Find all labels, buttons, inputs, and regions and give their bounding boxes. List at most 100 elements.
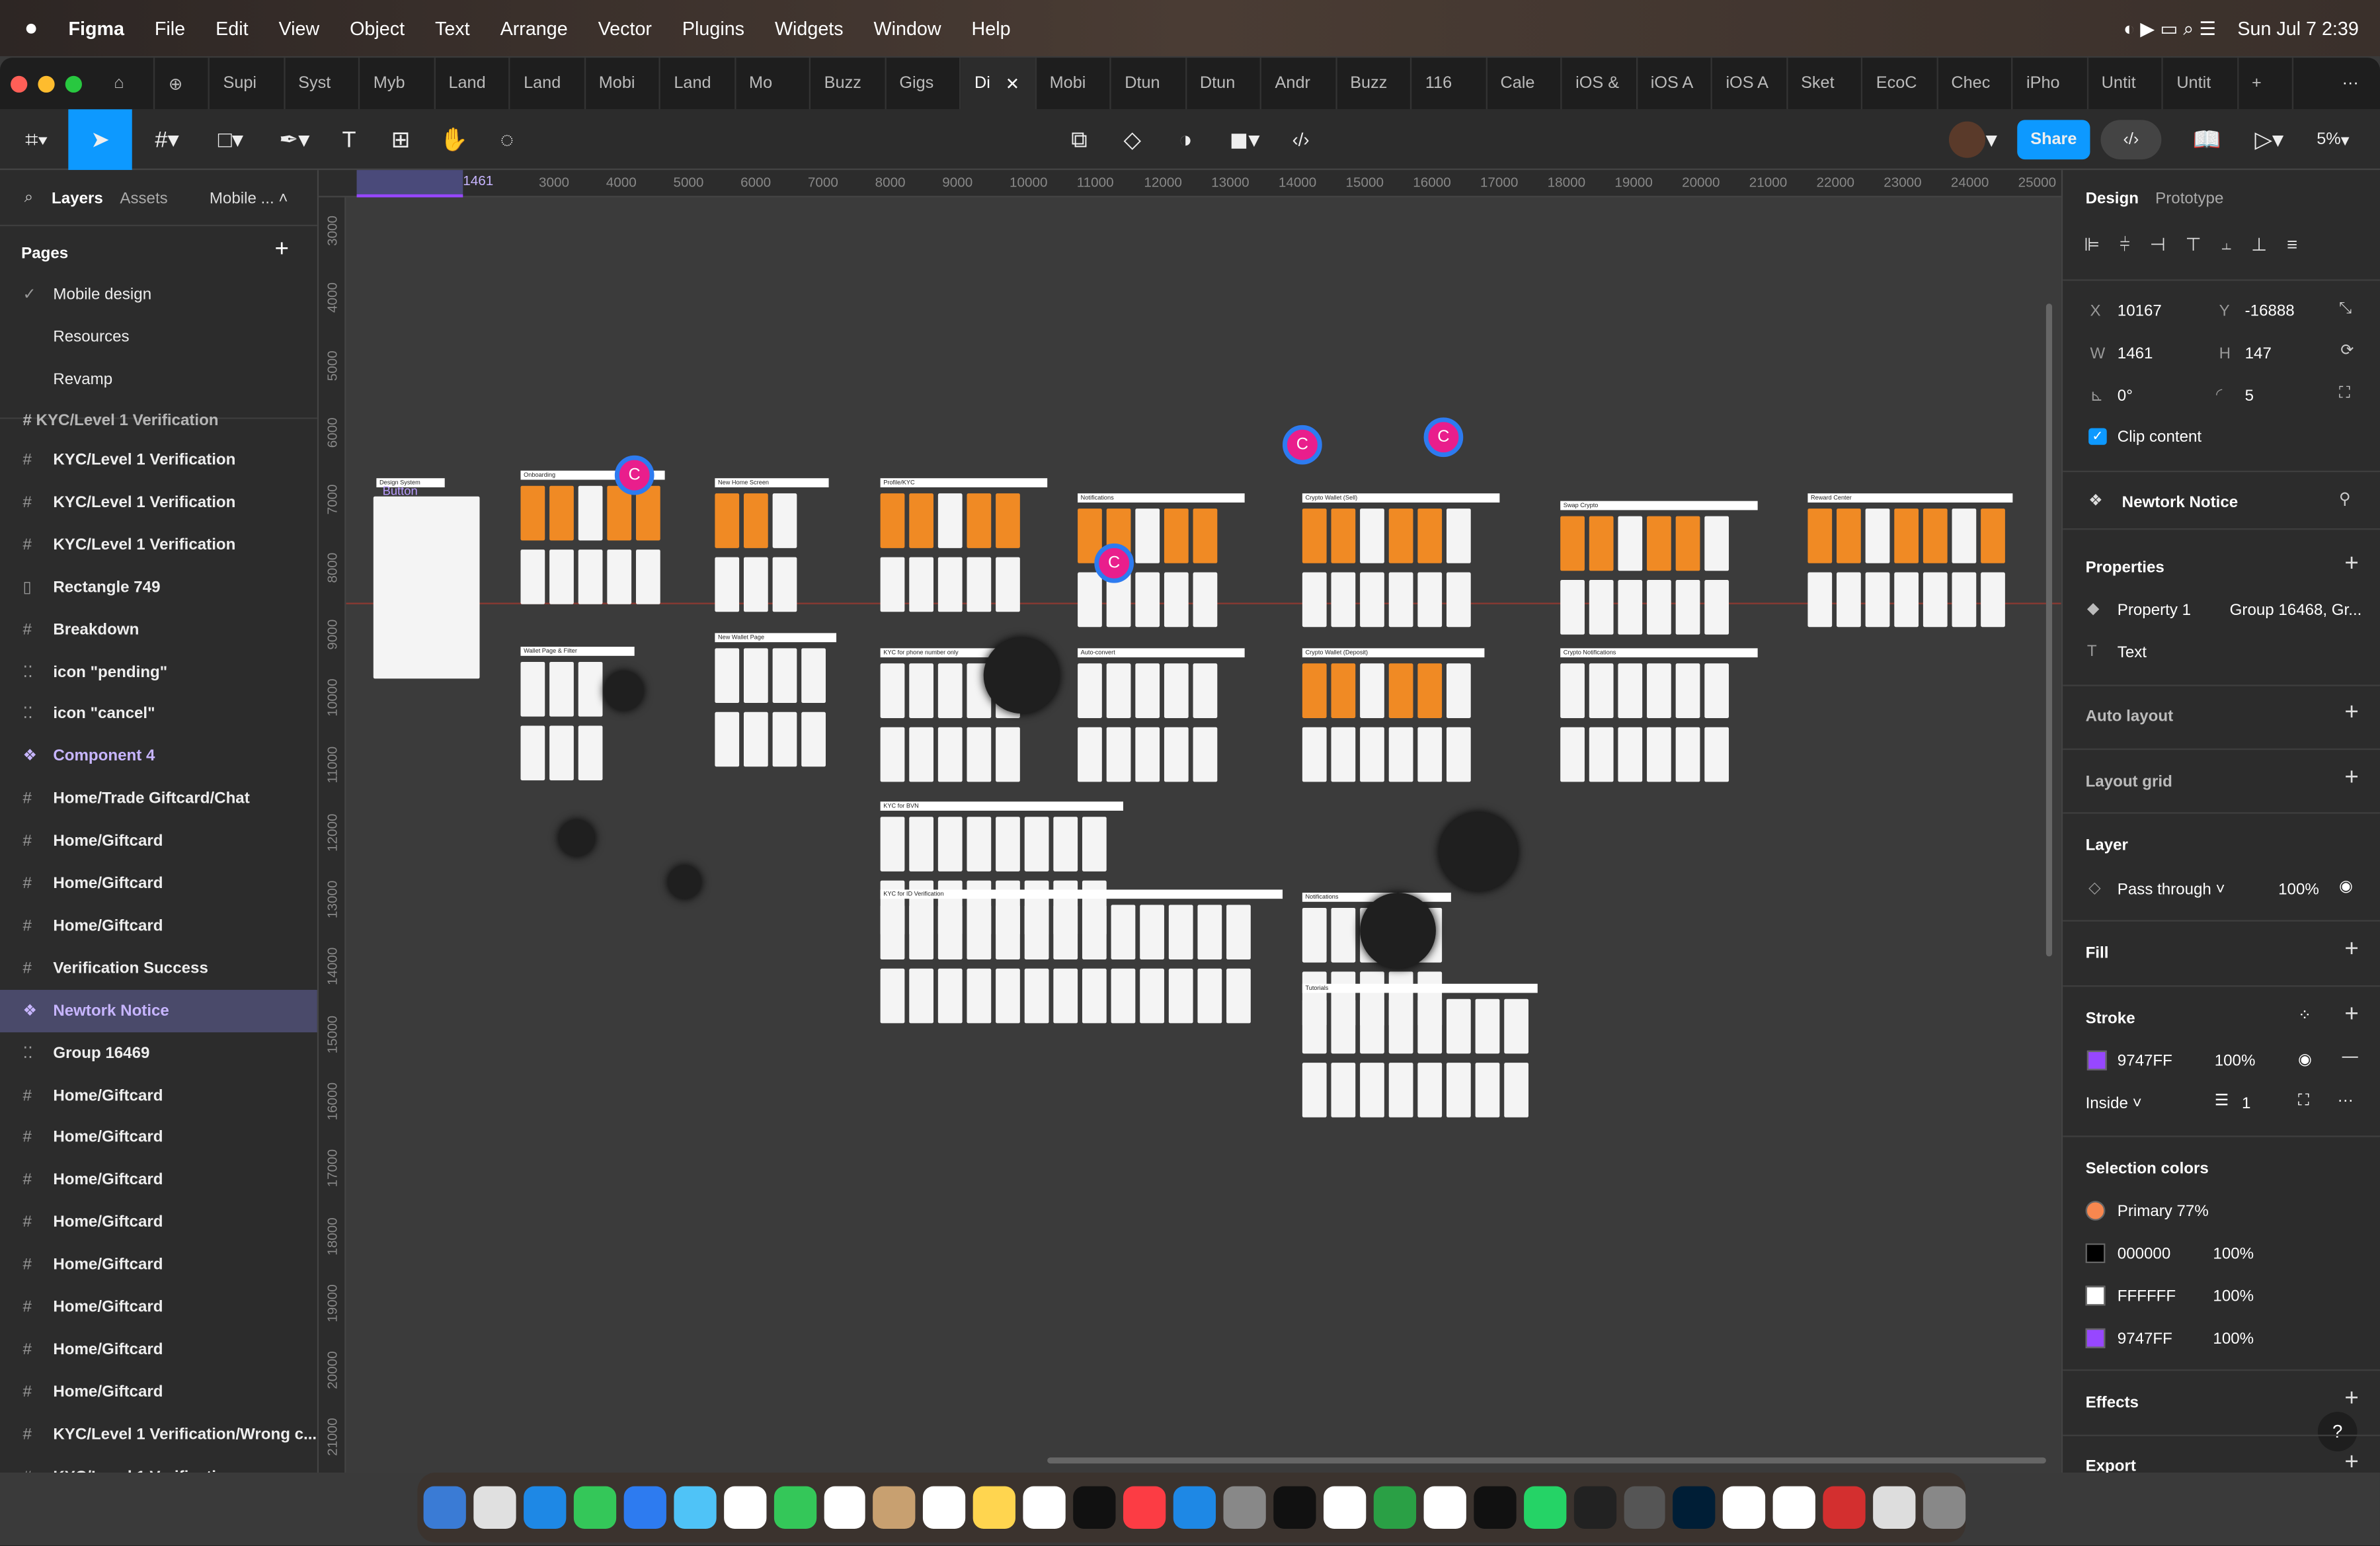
dock-app-icon[interactable] [473, 1486, 516, 1529]
screen-frame[interactable] [1164, 727, 1189, 782]
resources-icon[interactable]: ⊞ [379, 109, 422, 170]
screen-frame[interactable] [1082, 905, 1107, 960]
layer-item[interactable]: # Home/Giftcard [0, 1328, 317, 1371]
dock-app-icon[interactable] [923, 1486, 966, 1529]
screen-frame[interactable] [909, 663, 933, 718]
main-menu-icon[interactable]: ⌗▾ [6, 109, 67, 170]
screen-frame[interactable] [1135, 663, 1160, 718]
file-tab[interactable]: iPho [2012, 58, 2088, 110]
screen-frame[interactable] [1589, 663, 1614, 718]
screen-frame[interactable] [937, 727, 963, 782]
dock-app-icon[interactable] [1173, 1486, 1216, 1529]
layer-item[interactable]: # KYC/Level 1 Verification [0, 439, 317, 481]
dock-app-icon[interactable] [1023, 1486, 1066, 1529]
screen-frame[interactable] [996, 968, 1020, 1024]
page-item[interactable]: Revamp [0, 358, 317, 401]
selection-color-name[interactable]: Primary 77% [2118, 1202, 2209, 1221]
screen-frame[interactable] [772, 648, 797, 704]
screen-frame[interactable] [1618, 516, 1643, 571]
screen-frame[interactable] [1082, 968, 1107, 1024]
layer-item[interactable]: # Home/Giftcard [0, 1371, 317, 1413]
screen-frame[interactable] [1894, 509, 1919, 563]
screen-frame[interactable] [1135, 572, 1160, 628]
design-system-frame[interactable] [373, 496, 480, 679]
file-page-dropdown[interactable]: Mobile ... ˄ [210, 190, 288, 208]
layer-item[interactable]: ⁚⁚ icon "cancel" [0, 693, 317, 735]
screen-frame[interactable] [996, 557, 1020, 612]
screen-frame[interactable] [1704, 516, 1729, 571]
layer-item[interactable]: # Home/Giftcard [0, 1074, 317, 1116]
section-label[interactable]: Auto-convert [1078, 648, 1245, 658]
screen-frame[interactable] [967, 968, 992, 1024]
stroke-styles-icon[interactable]: ⁘ [2298, 1006, 2311, 1025]
comment-tool-icon[interactable]: ◌ [486, 109, 528, 170]
stroke-position-dropdown[interactable]: Inside ˅ [2086, 1094, 2142, 1113]
screen-frame[interactable] [1331, 907, 1356, 963]
screen-frame[interactable] [1807, 572, 1833, 628]
help-button[interactable]: ? [2317, 1412, 2358, 1451]
screen-frame[interactable] [607, 485, 632, 541]
screen-frame[interactable] [1053, 968, 1078, 1024]
file-tab[interactable]: Mo [735, 58, 811, 110]
screen-frame[interactable] [743, 493, 768, 548]
dock-app-icon[interactable] [1723, 1486, 1766, 1529]
screen-frame[interactable] [715, 493, 740, 548]
file-tab[interactable]: Land [660, 58, 736, 110]
text-property-name[interactable]: Text [2118, 643, 2147, 662]
add-export-button[interactable]: + [2344, 1450, 2358, 1473]
selection-color-opacity[interactable]: 100% [2213, 1330, 2254, 1348]
layer-item[interactable]: # Home/Giftcard [0, 1286, 317, 1328]
screen-frame[interactable] [1675, 727, 1700, 782]
section-label[interactable]: KYC for BVN [880, 801, 1123, 811]
file-tab[interactable]: Dtun [1111, 58, 1187, 110]
layer-item[interactable]: ▯ Rectangle 749 [0, 566, 317, 608]
screen-frame[interactable] [1704, 580, 1729, 635]
screen-frame[interactable] [1193, 572, 1218, 628]
screen-frame[interactable] [520, 549, 545, 604]
layer-item[interactable]: # Home/Trade Giftcard/Chat [0, 778, 317, 820]
layer-item[interactable]: ❖ Newtork Notice [0, 989, 317, 1032]
dock-app-icon[interactable] [1773, 1486, 1816, 1529]
screen-frame[interactable] [772, 712, 797, 767]
selection-color-swatch[interactable] [2085, 1201, 2106, 1221]
dock-app-icon[interactable] [623, 1486, 666, 1529]
radius-input[interactable]: 5 [2245, 387, 2254, 405]
screen-frame[interactable] [1981, 509, 2005, 563]
screen-frame[interactable] [909, 905, 933, 960]
component-icon[interactable]: ⧉ [1058, 109, 1100, 170]
screen-frame[interactable] [909, 817, 933, 872]
app-name[interactable]: Figma [68, 17, 124, 38]
create-component-icon[interactable]: ◇ [1111, 109, 1154, 170]
screen-frame[interactable] [1675, 516, 1700, 571]
screen-frame[interactable] [1053, 905, 1078, 960]
dock-app-icon[interactable] [1923, 1486, 1966, 1529]
file-tab[interactable]: Sket [1787, 58, 1863, 110]
screen-frame[interactable] [1647, 663, 1671, 718]
screen-frame[interactable] [1111, 968, 1136, 1024]
menu-edit[interactable]: Edit [216, 17, 248, 38]
file-tab[interactable]: Buzz [811, 58, 886, 110]
menu-file[interactable]: File [155, 17, 185, 38]
screen-frame[interactable] [1807, 509, 1833, 563]
dock-app-icon[interactable] [1523, 1486, 1566, 1529]
text-tool-icon[interactable]: T [328, 109, 370, 170]
dock-app-icon[interactable] [773, 1486, 816, 1529]
page-item[interactable]: ✓ Mobile design [0, 273, 317, 315]
minimize-button[interactable] [38, 75, 55, 92]
alignment-tools[interactable]: ⊫⫩⊣⊤⫠⊥≡ [2084, 234, 2317, 257]
stroke-color-swatch[interactable] [2086, 1050, 2107, 1071]
layer-opacity[interactable]: 100% [2278, 881, 2319, 899]
dock-app-icon[interactable] [973, 1486, 1016, 1529]
screen-frame[interactable] [996, 493, 1020, 548]
menu-widgets[interactable]: Widgets [775, 17, 844, 38]
screen-frame[interactable] [715, 557, 740, 612]
screen-frame[interactable] [1923, 509, 1948, 563]
screen-frame[interactable] [1302, 572, 1327, 628]
screen-frame[interactable] [1837, 572, 1861, 628]
layer-item[interactable]: ⁚⁚ Group 16469 [0, 1032, 317, 1074]
screen-frame[interactable] [1111, 905, 1136, 960]
screen-frame[interactable] [1106, 727, 1131, 782]
add-property-button[interactable]: + [2344, 551, 2358, 578]
screen-frame[interactable] [1417, 509, 1443, 563]
screen-frame[interactable] [1024, 968, 1049, 1024]
